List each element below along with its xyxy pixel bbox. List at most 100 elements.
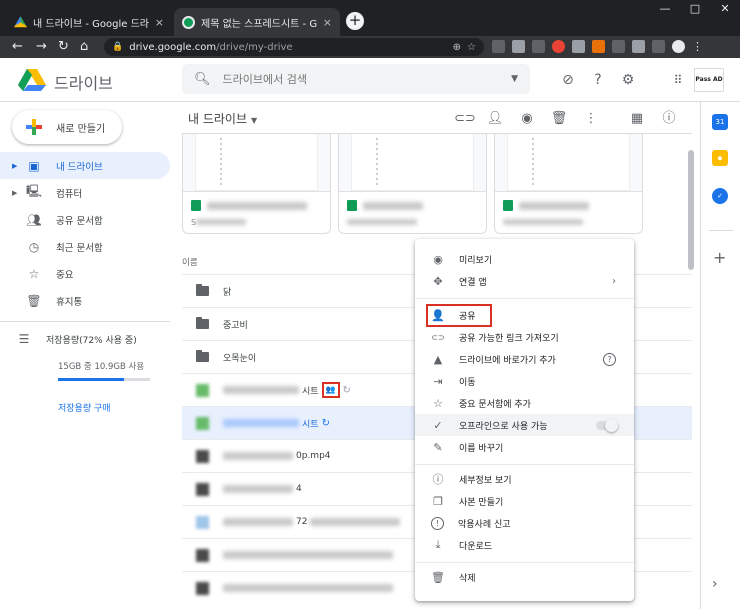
info-icon[interactable]: ⓘ: [660, 110, 678, 128]
search-options-icon[interactable]: ▼: [511, 74, 518, 84]
expand-arrow-icon[interactable]: ▶: [12, 162, 22, 170]
search-input[interactable]: [222, 72, 500, 86]
file-name: 닭: [223, 287, 232, 298]
file-thumbnail: [196, 515, 209, 529]
menu-item-copy[interactable]: ❐ 사본 만들기: [415, 490, 634, 512]
media-icon[interactable]: [652, 40, 665, 53]
menu-item-add-shortcut[interactable]: ▲ 드라이브에 바로가기 추가 ?: [415, 348, 634, 370]
trash-icon: 🗑: [431, 570, 445, 584]
extension-icon[interactable]: [612, 40, 625, 53]
back-arrow-icon[interactable]: ←: [12, 37, 23, 57]
bookmark-star-icon[interactable]: ☆: [467, 42, 476, 53]
extension-icon[interactable]: [552, 40, 565, 53]
file-name-suffix: 시트: [302, 419, 319, 430]
sidebar-item-shared[interactable]: 👥︎ 공유 문서함: [0, 206, 170, 233]
menu-item-details[interactable]: ⓘ 세부정보 보기: [415, 468, 634, 490]
forward-arrow-icon[interactable]: →: [36, 37, 47, 57]
quick-access-card[interactable]: S: [182, 134, 331, 234]
clock-icon: ◷: [28, 239, 40, 254]
file-name: 중고비: [223, 320, 248, 331]
menu-item-move[interactable]: ⇥ 이동: [415, 370, 634, 392]
drive-logo-icon[interactable]: [18, 68, 46, 92]
main-toolbar: 내 드라이브 ▼ ⊂⊃ 👤︎ ◉ 🗑︎ ⋮ ▦ ⓘ: [182, 102, 692, 134]
tab-my-drive[interactable]: 내 드라이브 - Google 드라이브 ×: [6, 8, 172, 36]
tab-close-icon[interactable]: ×: [155, 16, 164, 29]
grid-view-icon[interactable]: ▦: [628, 110, 646, 128]
extension-icon[interactable]: [592, 40, 605, 53]
calendar-icon[interactable]: 31: [712, 114, 728, 130]
sidebar-item-label: 컴퓨터: [56, 188, 83, 200]
apps-grid-icon[interactable]: ⠿: [668, 70, 688, 90]
breadcrumb[interactable]: 내 드라이브 ▼: [188, 110, 257, 127]
expand-arrow-icon[interactable]: ▶: [12, 189, 22, 197]
tab-untitled-sheet[interactable]: 제목 없는 스프레드시트 - Googl ×: [174, 8, 340, 36]
search-icon[interactable]: 🔍︎: [194, 72, 211, 87]
main-scrollbar[interactable]: [688, 150, 694, 270]
more-vert-icon[interactable]: ⋮: [582, 110, 600, 128]
menu-item-report[interactable]: ! 악용사례 신고: [415, 512, 634, 534]
profile-avatar[interactable]: [672, 40, 685, 53]
menu-item-label: 오프라인으로 사용 가능: [459, 421, 548, 432]
tab-close-icon[interactable]: ×: [323, 16, 332, 29]
breadcrumb-dropdown-icon: ▼: [251, 116, 258, 125]
menu-item-add-starred[interactable]: ☆ 중요 문서함에 추가: [415, 392, 634, 414]
redacted-filename: [223, 518, 293, 526]
share-highlight-box: [426, 304, 492, 327]
eye-icon[interactable]: ◉: [518, 110, 536, 128]
menu-item-preview[interactable]: ◉ 미리보기: [415, 248, 634, 270]
offline-ready-icon[interactable]: ⊘: [558, 70, 578, 90]
menu-item-delete[interactable]: 🗑 삭제: [415, 566, 634, 588]
help-icon[interactable]: ?: [588, 70, 608, 90]
menu-item-get-link[interactable]: ⊂⊃ 공유 가능한 링크 가져오기: [415, 326, 634, 348]
sidebar-item-trash[interactable]: 🗑︎ 휴지통: [0, 287, 170, 314]
sidebar-item-recent[interactable]: ◷ 최근 문서함: [0, 233, 170, 260]
offline-toggle[interactable]: [596, 418, 618, 432]
search-bar[interactable]: 🔍︎ ▼: [182, 64, 530, 94]
link-icon[interactable]: ⊂⊃: [454, 110, 476, 128]
chevron-right-icon[interactable]: ›: [712, 576, 718, 592]
quick-access-card[interactable]: [338, 134, 487, 234]
sidebar-item-computers[interactable]: ▶ 🖳 컴퓨터: [0, 179, 170, 206]
shared-people-icon: 👥: [321, 382, 340, 398]
keep-icon[interactable]: ▪: [712, 150, 728, 166]
add-addon-icon[interactable]: +: [713, 248, 726, 267]
close-window-button[interactable]: ✕: [710, 0, 740, 20]
extension-icon[interactable]: [492, 40, 505, 53]
storage-item[interactable]: ☰ 저장용량(72% 사용 중): [12, 332, 162, 346]
account-logo[interactable]: Pass AD: [694, 68, 724, 92]
quick-access-card[interactable]: [494, 134, 643, 234]
menu-item-download[interactable]: ⤓ 다운로드: [415, 534, 634, 556]
name-column-header[interactable]: 이름: [182, 256, 198, 268]
extension-icon[interactable]: [572, 40, 585, 53]
new-tab-button[interactable]: +: [346, 12, 364, 30]
offline-check-icon: ✓: [433, 418, 443, 432]
reload-icon[interactable]: ↻: [58, 37, 69, 57]
menu-item-offline[interactable]: ✓ 오프라인으로 사용 가능: [415, 414, 634, 436]
more-vert-icon[interactable]: ⋮: [692, 40, 703, 53]
address-bar[interactable]: 🔒 drive.google.com/drive/my-drive ⊕ ☆: [104, 38, 484, 56]
menu-item-label: 삭제: [459, 573, 476, 584]
buy-storage-link[interactable]: 저장용량 구매: [58, 401, 162, 414]
app-title: 드라이브: [54, 74, 113, 93]
menu-item-rename[interactable]: ✎ 이름 바꾸기: [415, 436, 634, 458]
sheets-file-icon: [347, 200, 357, 211]
maximize-button[interactable]: □: [680, 0, 710, 20]
sidebar-item-starred[interactable]: ☆ 중요: [0, 260, 170, 287]
new-button[interactable]: 새로 만들기: [12, 110, 122, 144]
home-icon[interactable]: ⌂: [80, 37, 88, 57]
trash-icon[interactable]: 🗑︎: [550, 110, 568, 128]
tasks-icon[interactable]: ✓: [712, 188, 728, 204]
menu-item-open-with[interactable]: ✥ 연결 앱 ›: [415, 270, 634, 292]
extension-icon[interactable]: [532, 40, 545, 53]
help-icon[interactable]: ?: [603, 352, 616, 366]
file-thumbnail: [196, 581, 209, 595]
sidebar-item-my-drive[interactable]: ▶ ▣ 내 드라이브: [0, 152, 170, 179]
install-app-icon[interactable]: ⊕: [453, 42, 461, 53]
person-add-icon[interactable]: 👤︎: [486, 110, 504, 128]
settings-gear-icon[interactable]: ⚙: [618, 70, 638, 90]
puzzle-icon[interactable]: [632, 40, 645, 53]
minimize-button[interactable]: —: [650, 0, 680, 20]
extension-icon[interactable]: [512, 40, 525, 53]
file-name-suffix: 4: [296, 484, 302, 494]
card-thumbnail: [339, 134, 486, 192]
